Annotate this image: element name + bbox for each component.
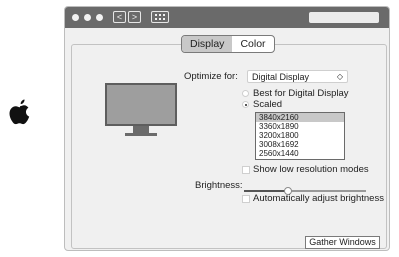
list-item[interactable]: 3008x1692 <box>256 140 344 149</box>
scaled-label: Scaled <box>253 99 283 110</box>
list-item[interactable]: 3840x2160 <box>256 113 344 122</box>
optimize-for-select[interactable]: Digital Display ◇ <box>247 70 348 83</box>
apple-icon <box>9 99 30 125</box>
show-low-res-checkbox[interactable] <box>242 166 250 174</box>
search-field[interactable] <box>309 12 379 23</box>
auto-brightness-label: Automatically adjust brightness <box>253 193 384 204</box>
display-preferences-window: < > Display Color Optimize for: Digital … <box>64 6 390 251</box>
back-button[interactable]: < <box>113 11 126 23</box>
title-bar: < > <box>65 7 389 28</box>
select-arrows-icon: ◇ <box>336 72 343 81</box>
brightness-slider-fill <box>244 190 288 192</box>
brightness-slider[interactable] <box>244 187 366 195</box>
show-all-grid-button[interactable] <box>151 11 169 23</box>
tab-display[interactable]: Display <box>182 36 233 52</box>
optimize-for-label: Optimize for: <box>184 71 238 82</box>
tab-bar: Display Color <box>181 35 275 53</box>
list-item[interactable]: 3360x1890 <box>256 122 344 131</box>
auto-brightness-checkbox[interactable] <box>242 195 250 203</box>
close-window-button[interactable] <box>72 14 79 21</box>
show-low-res-label: Show low resolution modes <box>253 164 369 175</box>
list-item[interactable]: 3200x1800 <box>256 131 344 140</box>
brightness-label: Brightness: <box>195 180 243 191</box>
gather-windows-button[interactable]: Gather Windows <box>305 236 380 249</box>
tab-color[interactable]: Color <box>232 36 273 52</box>
radio-scaled[interactable] <box>242 101 249 108</box>
zoom-window-button[interactable] <box>96 14 103 21</box>
radio-best-for-display[interactable] <box>242 90 249 97</box>
forward-button[interactable]: > <box>128 11 141 23</box>
optimize-for-value: Digital Display <box>252 72 310 82</box>
list-item[interactable]: 2560x1440 <box>256 149 344 158</box>
scaled-resolution-list[interactable]: 3840x2160 3360x1890 3200x1800 3008x1692 … <box>255 112 345 160</box>
minimize-window-button[interactable] <box>84 14 91 21</box>
